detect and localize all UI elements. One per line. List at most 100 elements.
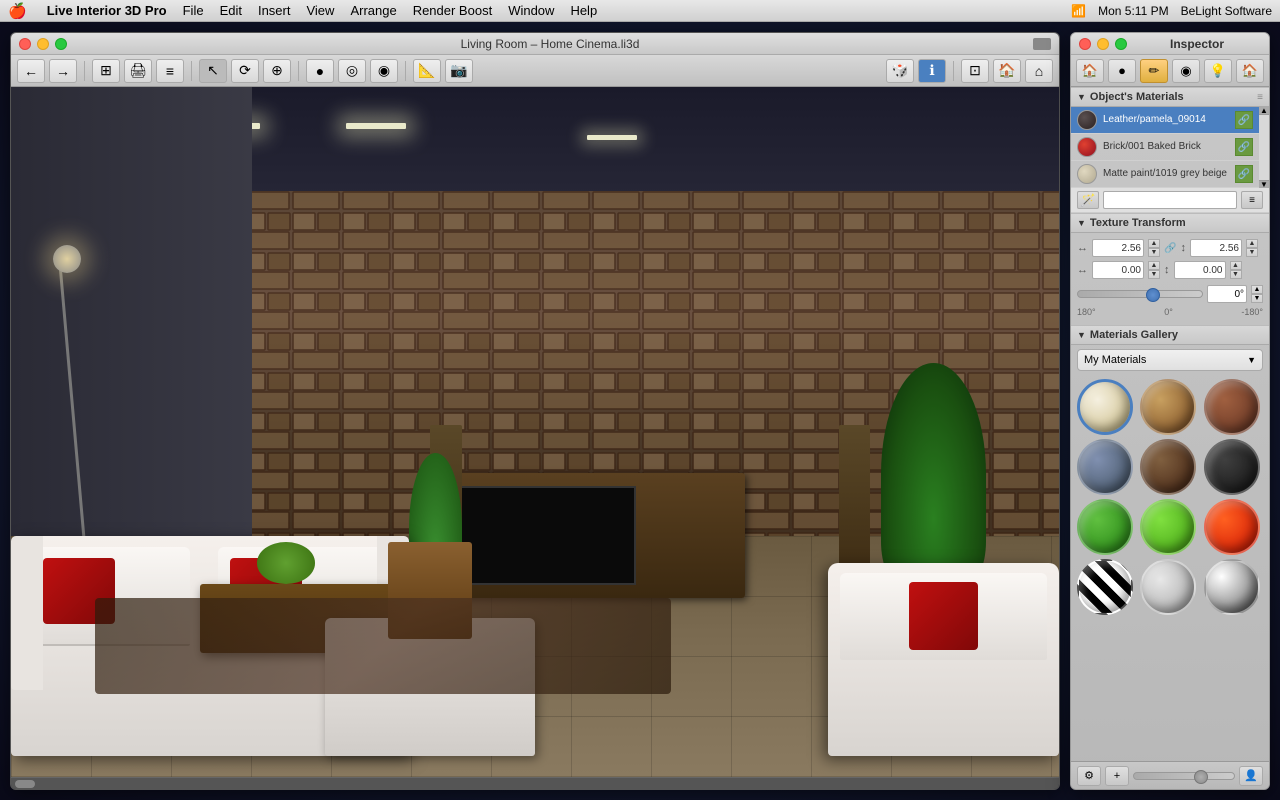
offset-y-stepper[interactable]: ▲ ▼ — [1230, 261, 1242, 279]
scroll-down[interactable]: ▼ — [1259, 180, 1269, 188]
inspector-size-slider[interactable] — [1133, 772, 1235, 780]
section-menu-icon[interactable]: ≡ — [1257, 92, 1263, 103]
tab-lighting[interactable]: ◉ — [1172, 59, 1200, 83]
mat-dark-wood[interactable] — [1140, 439, 1196, 495]
list-view-btn[interactable]: ≡ — [1241, 191, 1263, 209]
scale-y-down[interactable]: ▼ — [1246, 248, 1258, 257]
floorplan-button[interactable]: ⊞ — [92, 59, 120, 83]
tab-material-ball[interactable]: ● — [1108, 59, 1136, 83]
3d-view-button[interactable]: 🎲 — [886, 59, 914, 83]
offset-x-input[interactable]: 0.00 — [1092, 261, 1144, 279]
scale-y-stepper[interactable]: ▲ ▼ — [1246, 239, 1258, 257]
offset-x-stepper[interactable]: ▲ ▼ — [1148, 261, 1160, 279]
minimize-button[interactable] — [37, 38, 49, 50]
mat-spots[interactable] — [1140, 559, 1196, 615]
mat-bright-green[interactable] — [1140, 499, 1196, 555]
print-button[interactable]: 🖨 — [124, 59, 152, 83]
mat-water[interactable] — [1077, 439, 1133, 495]
offset-x-down[interactable]: ▼ — [1148, 270, 1160, 279]
resize-button[interactable] — [1033, 38, 1051, 50]
menu-help[interactable]: Help — [570, 3, 597, 18]
move-tool[interactable]: ⊕ — [263, 59, 291, 83]
mat-cream[interactable] — [1077, 379, 1133, 435]
material-link-icon-1[interactable]: 🔗 — [1235, 111, 1253, 129]
material-item-leather[interactable]: Leather/pamela_09014 🔗 — [1071, 107, 1259, 134]
gallery-dropdown[interactable]: My Materials ▼ — [1077, 349, 1263, 371]
circle-tool[interactable]: ● — [306, 59, 334, 83]
angle-slider[interactable] — [1077, 290, 1203, 298]
camera-tool[interactable]: 📷 — [445, 59, 473, 83]
offset-y-up[interactable]: ▲ — [1230, 261, 1242, 270]
mat-chrome[interactable] — [1204, 559, 1260, 615]
angle-stepper[interactable]: ▲ ▼ — [1251, 285, 1263, 303]
apple-menu[interactable]: 🍎 — [8, 2, 27, 20]
menu-insert[interactable]: Insert — [258, 3, 291, 18]
inspector-add-btn[interactable]: + — [1105, 766, 1129, 786]
menu-arrange[interactable]: Arrange — [350, 3, 396, 18]
menu-window[interactable]: Window — [508, 3, 554, 18]
viewport-3d[interactable] — [11, 87, 1059, 777]
angle-down[interactable]: ▼ — [1251, 294, 1263, 303]
forward-button[interactable]: → — [49, 59, 77, 83]
tab-object[interactable]: 🏠 — [1076, 59, 1104, 83]
offset-x-up[interactable]: ▲ — [1148, 261, 1160, 270]
offset-y-down[interactable]: ▼ — [1230, 270, 1242, 279]
material-search[interactable] — [1103, 191, 1237, 209]
toolbar-sep-3 — [298, 61, 299, 81]
scale-x-down[interactable]: ▼ — [1148, 248, 1160, 257]
back-button[interactable]: ← — [17, 59, 45, 83]
wand-tool[interactable]: 🪄 — [1077, 191, 1099, 209]
mat-zebra[interactable] — [1077, 559, 1133, 615]
layers-button[interactable]: ≡ — [156, 59, 184, 83]
tab-house[interactable]: 🏠 — [1236, 59, 1264, 83]
info-button[interactable]: ℹ — [918, 59, 946, 83]
mat-dark[interactable] — [1204, 439, 1260, 495]
mat-brick[interactable] — [1204, 379, 1260, 435]
inspector-person-btn[interactable]: 👤 — [1239, 766, 1263, 786]
menu-renderbooost[interactable]: Render Boost — [413, 3, 493, 18]
inspector-settings-btn[interactable]: ⚙ — [1077, 766, 1101, 786]
inspector-minimize[interactable] — [1097, 38, 1109, 50]
link-icon[interactable]: 🔗 — [1164, 243, 1176, 254]
inspector-close[interactable] — [1079, 38, 1091, 50]
offset-y-input[interactable]: 0.00 — [1174, 261, 1226, 279]
tab-texture[interactable]: ✏ — [1140, 59, 1168, 83]
scale-y-input[interactable]: 2.56 — [1190, 239, 1242, 257]
mat-fire[interactable] — [1204, 499, 1260, 555]
view-square[interactable]: ⊡ — [961, 59, 989, 83]
viewport-scrollbar[interactable] — [11, 777, 1059, 789]
rotate-tool[interactable]: ⟳ — [231, 59, 259, 83]
angle-up[interactable]: ▲ — [1251, 285, 1263, 294]
scale-y-up[interactable]: ▲ — [1246, 239, 1258, 248]
angle-thumb[interactable] — [1146, 288, 1160, 302]
scale-x-up[interactable]: ▲ — [1148, 239, 1160, 248]
material-link-icon-2[interactable]: 🔗 — [1235, 138, 1253, 156]
materials-scrollbar[interactable]: ▲ ▼ — [1259, 107, 1269, 188]
menu-edit[interactable]: Edit — [220, 3, 242, 18]
app-name[interactable]: Live Interior 3D Pro — [47, 3, 167, 18]
material-item-brick[interactable]: Brick/001 Baked Brick 🔗 — [1071, 134, 1259, 161]
view-house[interactable]: ⌂ — [1025, 59, 1053, 83]
close-button[interactable] — [19, 38, 31, 50]
scale-x-input[interactable]: 2.56 — [1092, 239, 1144, 257]
material-link-icon-3[interactable]: 🔗 — [1235, 165, 1253, 183]
maximize-button[interactable] — [55, 38, 67, 50]
angle-value-input[interactable]: 0° — [1207, 285, 1247, 303]
scroll-up[interactable]: ▲ — [1259, 107, 1269, 115]
inspector-size-thumb[interactable] — [1194, 770, 1208, 784]
material-item-matte[interactable]: Matte paint/1019 grey beige 🔗 — [1071, 161, 1259, 188]
scale-x-stepper[interactable]: ▲ ▼ — [1148, 239, 1160, 257]
scroll-thumb[interactable] — [15, 780, 35, 788]
ring-tool[interactable]: ◎ — [338, 59, 366, 83]
mat-green[interactable] — [1077, 499, 1133, 555]
toolbar-sep-1 — [84, 61, 85, 81]
view-home[interactable]: 🏠 — [993, 59, 1021, 83]
tab-bulb[interactable]: 💡 — [1204, 59, 1232, 83]
measure-tool[interactable]: 📐 — [413, 59, 441, 83]
mat-wood[interactable] — [1140, 379, 1196, 435]
menu-view[interactable]: View — [306, 3, 334, 18]
select-tool[interactable]: ↖ — [199, 59, 227, 83]
circle2-tool[interactable]: ◉ — [370, 59, 398, 83]
menu-file[interactable]: File — [183, 3, 204, 18]
inspector-maximize[interactable] — [1115, 38, 1127, 50]
